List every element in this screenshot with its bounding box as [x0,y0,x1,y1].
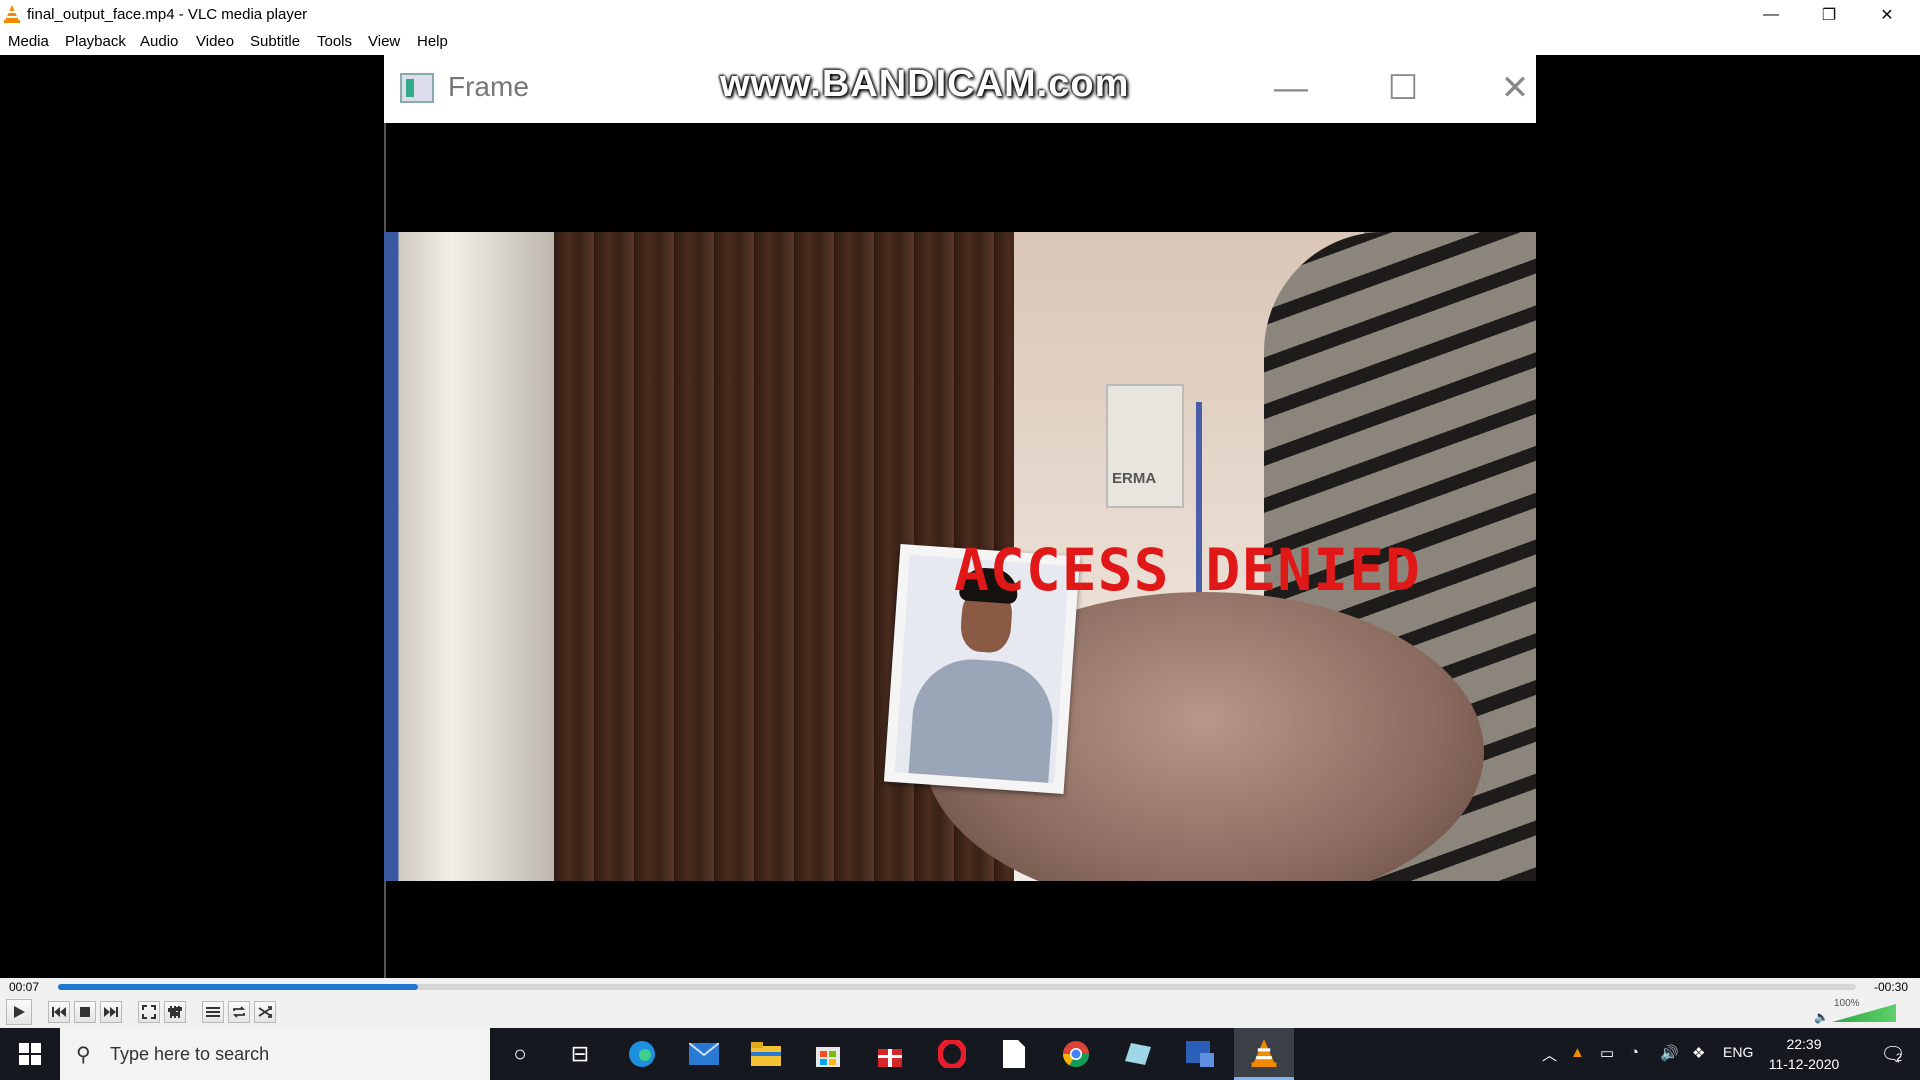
controls-row [0,996,1920,1028]
play-icon [14,1006,25,1018]
skip-forward-icon [104,1007,118,1017]
edge-icon[interactable] [614,1028,670,1080]
chrome-logo [1062,1041,1090,1068]
access-denied-label: ACCESS DENIED [954,536,1421,604]
menu-media[interactable]: Media [8,33,49,50]
gift-box [878,1049,902,1067]
mail-icon[interactable] [676,1028,732,1080]
clock-time: 22:39 [1786,1036,1822,1052]
folder-shape [751,1042,781,1066]
restore-button[interactable]: ❐ [1800,0,1858,29]
door-frame [384,232,554,881]
frame-minimize-icon: — [1274,68,1308,107]
equalizer-icon [168,1006,182,1018]
menu-audio[interactable]: Audio [140,33,178,50]
window-titlebar: final_output_face.mp4 - VLC media player… [0,0,1920,29]
fullscreen-icon [142,1005,156,1019]
search-box[interactable]: ⚲ Type here to search [60,1028,490,1080]
volume-slider[interactable]: 100% [1832,998,1896,1022]
wifi-icon[interactable]: ◔ [1630,1044,1639,1061]
elapsed-time: 00:07 [9,980,40,994]
frame-maximize-icon: ☐ [1387,69,1419,107]
minimize-button[interactable]: — [1742,0,1800,29]
taskbar: ⚲ Type here to search ○ ⊟ ︿ ▲ ▭ ◔ 🔊 ❖ EN… [0,1028,1920,1080]
mail-envelope [689,1043,719,1065]
tablet-shape [1125,1043,1151,1065]
frame-close-icon: ✕ [1500,69,1530,107]
vlc-cone-icon [1251,1038,1277,1067]
word-icon[interactable] [1172,1028,1228,1080]
playlist-icon [206,1007,220,1017]
search-placeholder: Type here to search [110,1044,270,1064]
store-icon[interactable] [800,1028,856,1080]
opera-logo [938,1040,966,1068]
notifications-icon[interactable]: 🗨 2 [1866,1028,1920,1080]
playlist-button[interactable] [202,1001,224,1023]
start-button[interactable] [0,1028,60,1080]
app-icon-tablet[interactable] [1110,1028,1166,1080]
volume-percent: 100% [1834,998,1860,1009]
loop-button[interactable] [228,1001,250,1023]
file-explorer-icon[interactable] [738,1028,794,1080]
seek-slider[interactable] [58,984,1856,990]
menu-view[interactable]: View [368,33,400,50]
frame-app-icon [400,73,434,103]
shuffle-button[interactable] [254,1001,276,1023]
opera-icon[interactable] [924,1028,980,1080]
close-button[interactable]: ✕ [1858,0,1916,29]
clock-date: 11-12-2020 [1768,1056,1840,1072]
remaining-time[interactable]: -00:30 [1874,980,1908,994]
notification-count: 2 [1896,1052,1903,1064]
dropbox-icon[interactable]: ❖ [1692,1044,1705,1062]
wall-switch [1106,384,1184,508]
menu-tools[interactable]: Tools [317,33,352,50]
stop-button[interactable] [74,1001,96,1023]
seek-progress [58,984,418,990]
battery-icon[interactable]: ▭ [1600,1044,1614,1062]
window-title: final_output_face.mp4 - VLC media player [27,6,308,23]
menu-help[interactable]: Help [417,33,448,50]
notepad-icon[interactable] [986,1028,1042,1080]
wall-switch-label: ERMA [1112,470,1157,487]
search-icon: ⚲ [76,1044,91,1066]
store-bag [816,1047,840,1067]
camera-frame: ERMA ACCESS DENIED [384,232,1536,881]
extended-settings-button[interactable] [164,1001,186,1023]
bandicam-watermark: www.BANDICAM.com [720,63,1130,105]
vlc-cone-icon [4,5,20,23]
word-logo [1186,1041,1214,1067]
frame-title: Frame [448,71,529,102]
menu-bar: Media Playback Audio Video Subtitle Tool… [0,29,1920,55]
edge-logo [629,1041,655,1067]
document-page [1003,1040,1025,1068]
vlc-tray-icon[interactable]: ▲ [1570,1044,1585,1061]
play-button[interactable] [6,999,32,1025]
chrome-icon[interactable] [1048,1028,1104,1080]
language-indicator[interactable]: ENG [1723,1044,1753,1060]
speaker-icon[interactable]: 🔊 [1660,1044,1679,1062]
loop-icon [232,1006,246,1018]
seek-row: 00:07 -00:30 [0,978,1920,996]
menu-video[interactable]: Video [196,33,234,50]
cortana-icon[interactable]: ○ [492,1028,548,1080]
menu-playback[interactable]: Playback [65,33,126,50]
shuffle-icon [258,1006,272,1018]
gift-app-icon[interactable] [862,1028,918,1080]
show-hidden-icons-chevron-icon[interactable]: ︿ [1542,1044,1557,1065]
frame-titlebar: Frame www.BANDICAM.com — ☐ ✕ [384,55,1536,123]
windows-logo-icon [19,1043,41,1065]
mute-icon[interactable]: 🔈 [1814,1010,1829,1024]
stop-icon [80,1007,90,1017]
previous-button[interactable] [48,1001,70,1023]
task-view-icon[interactable]: ⊟ [552,1028,608,1080]
vlc-taskbar-icon[interactable] [1234,1028,1294,1080]
menu-subtitle[interactable]: Subtitle [250,33,300,50]
skip-back-icon [52,1007,66,1017]
fullscreen-button[interactable] [138,1001,160,1023]
next-button[interactable] [100,1001,122,1023]
clock[interactable]: 22:39 11-12-2020 [1756,1034,1852,1074]
